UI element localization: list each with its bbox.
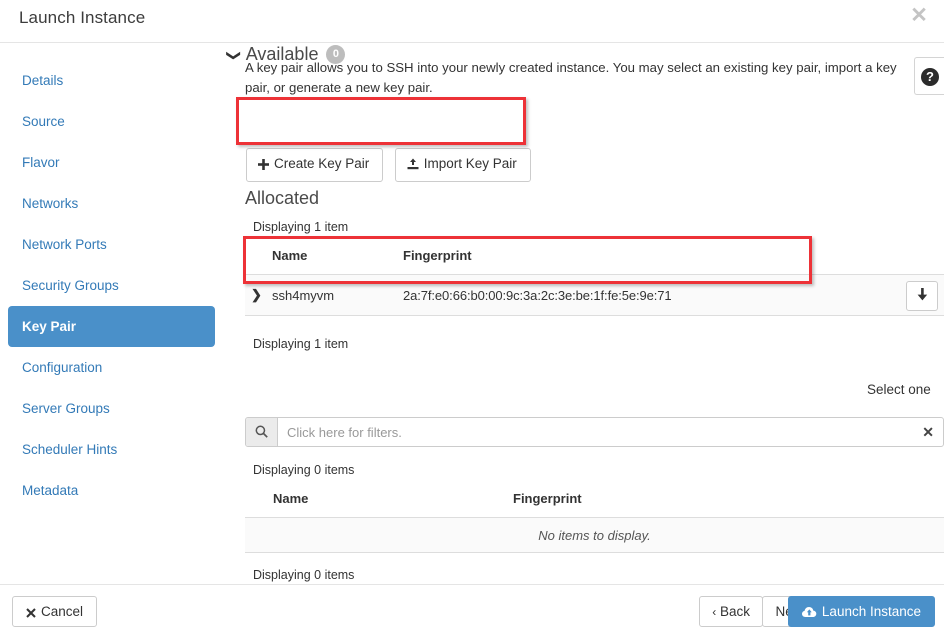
table-header-row: Name Fingerprint xyxy=(245,248,944,274)
empty-state-row: No items to display. xyxy=(245,517,944,553)
import-key-pair-button[interactable]: Import Key Pair xyxy=(395,148,531,182)
sidebar-item-network-ports[interactable]: Network Ports xyxy=(8,224,215,265)
select-one-hint: Select one xyxy=(867,382,931,397)
close-icon[interactable]: ✕ xyxy=(906,3,932,29)
plus-icon xyxy=(258,158,269,173)
key-pair-step-panel: A key pair allows you to SSH into your n… xyxy=(228,44,944,584)
sidebar-item-label: Source xyxy=(22,114,65,129)
sidebar-item-label: Server Groups xyxy=(22,401,110,416)
help-button[interactable]: ? xyxy=(914,57,944,95)
sidebar-item-label: Configuration xyxy=(22,360,102,375)
search-icon[interactable] xyxy=(246,418,278,446)
launch-instance-button[interactable]: Launch Instance xyxy=(788,596,935,627)
cancel-button[interactable]: Cancel xyxy=(12,596,97,627)
sidebar-item-label: Scheduler Hints xyxy=(22,442,117,457)
sidebar-item-label: Details xyxy=(22,73,63,88)
sidebar-item-source[interactable]: Source xyxy=(8,101,215,142)
allocated-count-bottom: Displaying 1 item xyxy=(253,337,348,351)
create-key-pair-label: Create Key Pair xyxy=(274,156,369,171)
chevron-right-icon[interactable]: ❯ xyxy=(251,287,262,303)
sidebar-item-details[interactable]: Details xyxy=(8,60,215,101)
sidebar-item-key-pair[interactable]: Key Pair xyxy=(8,306,215,347)
sidebar-item-label: Flavor xyxy=(22,155,60,170)
modal-footer: Cancel ‹ Back Next › Launch Instance xyxy=(0,584,944,637)
modal-header: Launch Instance ✕ xyxy=(0,0,944,43)
back-button[interactable]: ‹ Back xyxy=(699,596,763,627)
sidebar-item-label: Networks xyxy=(22,196,78,211)
sidebar-item-configuration[interactable]: Configuration xyxy=(8,347,215,388)
launch-instance-modal: Launch Instance ✕ Details Source Flavor … xyxy=(0,0,944,637)
cloud-upload-icon xyxy=(802,599,817,628)
sidebar-item-label: Metadata xyxy=(22,483,78,498)
available-count-top: Displaying 0 items xyxy=(253,463,354,477)
column-header-name: Name xyxy=(272,248,307,263)
launch-instance-label: Launch Instance xyxy=(822,604,921,619)
sidebar-item-label: Security Groups xyxy=(22,278,119,293)
import-key-pair-label: Import Key Pair xyxy=(424,156,517,171)
cell-fingerprint: 2a:7f:e0:66:b0:00:9c:3a:2c:3e:be:1f:fe:5… xyxy=(403,288,672,303)
allocated-count-top: Displaying 1 item xyxy=(253,220,348,234)
page-title: Launch Instance xyxy=(19,8,145,28)
upload-icon xyxy=(407,158,419,173)
allocated-table: Name Fingerprint ❯ ssh4myvm 2a:7f:e0:66:… xyxy=(245,248,944,316)
filter-bar: ✕ xyxy=(245,417,944,447)
sidebar-item-label: Key Pair xyxy=(22,319,76,334)
key-pair-actions: Create Key Pair Import Key Pair xyxy=(246,148,531,182)
cancel-label: Cancel xyxy=(41,604,83,619)
x-icon xyxy=(26,599,36,628)
sidebar-item-flavor[interactable]: Flavor xyxy=(8,142,215,183)
sidebar-item-security-groups[interactable]: Security Groups xyxy=(8,265,215,306)
table-header-row: Name Fingerprint xyxy=(245,491,944,517)
sidebar-item-metadata[interactable]: Metadata xyxy=(8,470,215,511)
step-description: A key pair allows you to SSH into your n… xyxy=(245,58,900,98)
back-label: Back xyxy=(720,604,750,619)
close-icon[interactable]: ✕ xyxy=(922,418,934,446)
allocate-toggle-button[interactable] xyxy=(906,281,938,311)
available-count-bottom: Displaying 0 items xyxy=(253,568,354,582)
column-header-name: Name xyxy=(273,491,308,506)
help-circle-icon: ? xyxy=(921,68,939,86)
wizard-sidebar: Details Source Flavor Networks Network P… xyxy=(0,44,228,511)
chevron-left-icon: ‹ xyxy=(712,605,716,619)
sidebar-item-scheduler-hints[interactable]: Scheduler Hints xyxy=(8,429,215,470)
sidebar-item-networks[interactable]: Networks xyxy=(8,183,215,224)
available-table: Name Fingerprint No items to display. xyxy=(245,491,944,553)
allocated-heading: Allocated xyxy=(245,188,319,209)
chevron-down-icon: ❯ xyxy=(225,50,242,62)
column-header-fingerprint: Fingerprint xyxy=(513,491,582,506)
table-row[interactable]: ❯ ssh4myvm 2a:7f:e0:66:b0:00:9c:3a:2c:3e… xyxy=(245,274,944,316)
filter-input[interactable] xyxy=(279,418,909,446)
column-header-fingerprint: Fingerprint xyxy=(403,248,472,263)
create-key-pair-button[interactable]: Create Key Pair xyxy=(246,148,383,182)
sidebar-item-label: Network Ports xyxy=(22,237,107,252)
cell-name: ssh4myvm xyxy=(272,288,334,303)
sidebar-item-server-groups[interactable]: Server Groups xyxy=(8,388,215,429)
